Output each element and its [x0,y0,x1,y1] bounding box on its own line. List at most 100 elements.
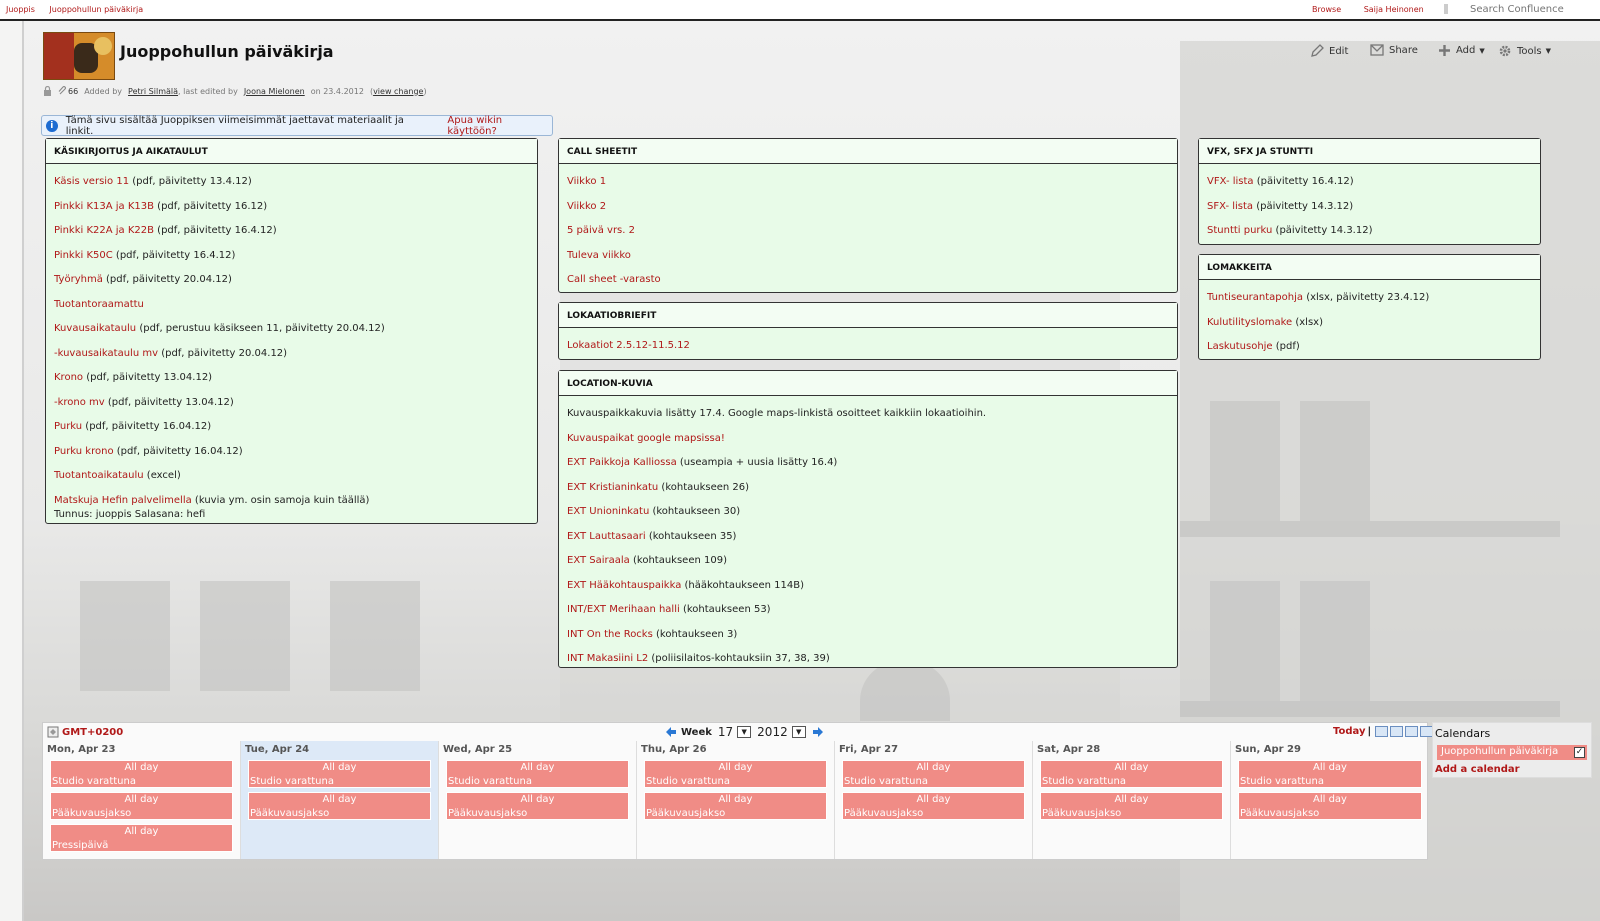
tools-button[interactable]: Tools ▼ [1498,44,1551,58]
calendar-event[interactable]: All day Studio varattuna [446,760,629,788]
lock-icon[interactable] [43,86,52,96]
event-name: Studio varattuna [1240,776,1324,787]
document-link[interactable]: Kuvausaikataulu [54,323,136,334]
day-column[interactable]: Wed, Apr 25 All day Studio varattuna All … [439,741,637,859]
location-link[interactable]: EXT Lauttasaari [567,531,646,542]
paperclip-icon[interactable] [58,86,68,96]
calendar-event[interactable]: All day Studio varattuna [842,760,1025,788]
calendar-event[interactable]: All day Pääkuvausjakso [248,792,431,820]
document-link[interactable]: Pinkki K22A ja K22B [54,225,154,236]
item-note: (xlsx) [1292,316,1323,328]
calendar-event[interactable]: All day Studio varattuna [1238,760,1422,788]
author-link[interactable]: Petri Silmälä [128,87,178,96]
today-link[interactable]: Today [1333,726,1365,737]
timezone-selector[interactable]: GMT+0200 [47,726,123,738]
document-link[interactable]: Pinkki K13A ja K13B [54,201,154,212]
document-link[interactable]: 5 päivä vrs. 2 [567,225,635,236]
list-item: EXT Unioninkatu (kohtaukseen 30) [567,500,1169,525]
panel-title: LOMAKKEITA [1199,255,1540,280]
attachment-count[interactable]: 66 [68,87,78,96]
location-link[interactable]: EXT Kristianinkatu [567,482,658,493]
document-link[interactable]: Pinkki K50C [54,250,113,261]
help-link[interactable]: Apua wikin käyttöön? [447,115,552,137]
document-link[interactable]: Laskutusohje [1207,341,1273,352]
day-column[interactable]: Thu, Apr 26 All day Studio varattuna All … [637,741,835,859]
week-dropdown-chevron-icon[interactable]: ▼ [737,726,752,738]
year-dropdown-chevron-icon[interactable]: ▼ [791,726,806,738]
add-button[interactable]: Add ▼ [1438,44,1485,57]
calendar-event[interactable]: All day Pääkuvausjakso [1238,792,1422,820]
editor-link[interactable]: Joona Mielonen [244,87,305,96]
left-sidebar-handle[interactable] [0,21,24,921]
calendar-event[interactable]: All day Pääkuvausjakso [842,792,1025,820]
calendar-list-item[interactable]: Juoppohullun päiväkirja ✓ [1437,745,1587,760]
document-link[interactable]: -kuvausaikataulu mv [54,348,158,359]
day-column[interactable]: Mon, Apr 23 All day Studio varattuna All … [43,741,241,859]
location-link[interactable]: Kuvauspaikat google mapsissa! [567,433,725,444]
document-link[interactable]: Stuntti purku [1207,225,1272,236]
document-link[interactable]: Käsis versio 11 [54,176,129,187]
panel-title: CALL SHEETIT [559,139,1177,164]
calendar-event[interactable]: All day Studio varattuna [248,760,431,788]
edit-button[interactable]: Edit [1310,44,1348,58]
week-view-icon[interactable] [1390,726,1404,737]
day-view-icon[interactable] [1375,726,1389,737]
document-link[interactable]: Tuleva viikko [567,250,631,261]
day-column[interactable]: Sat, Apr 28 All day Studio varattuna All … [1033,741,1231,859]
space-link[interactable]: Juoppis [6,5,35,14]
search-input[interactable] [1470,2,1596,17]
document-link[interactable]: Viikko 1 [567,176,606,187]
item-note: (pdf, päivitetty 16.12) [154,200,268,212]
document-link[interactable]: Purku [54,421,82,432]
add-calendar-link[interactable]: Add a calendar [1433,762,1591,777]
calendar-event[interactable]: All day Pääkuvausjakso [1040,792,1223,820]
location-link[interactable]: EXT Sairaala [567,555,630,566]
list-item: Tuleva viikko [567,244,1169,269]
calendar-event[interactable]: All day Pääkuvausjakso [644,792,827,820]
list-item: EXT Paikkoja Kalliossa (useampia + uusia… [567,451,1169,476]
location-link[interactable]: EXT Hääkohtauspaikka [567,580,681,591]
document-link[interactable]: Call sheet -varasto [567,274,661,285]
panel-list: VFX- lista (päivitetty 16.4.12) SFX- lis… [1199,164,1540,244]
location-link[interactable]: EXT Unioninkatu [567,506,649,517]
space-logo[interactable] [43,32,115,80]
document-link[interactable]: Lokaatiot 2.5.12-11.5.12 [567,340,690,351]
day-column-today[interactable]: Tue, Apr 24 All day Studio varattuna All … [241,741,439,859]
document-link[interactable]: VFX- lista [1207,176,1254,187]
document-link[interactable]: Kulutilityslomake [1207,317,1292,328]
calendar-event[interactable]: All day Pressipäivä [50,824,233,852]
document-link[interactable]: Krono [54,372,83,383]
location-link[interactable]: INT On the Rocks [567,629,653,640]
item-note: (pdf, päivitetty 16.04.12) [82,421,212,432]
prev-week-arrow-icon[interactable] [665,727,677,737]
month-view-icon[interactable] [1405,726,1419,737]
day-column[interactable]: Sun, Apr 29 All day Studio varattuna All … [1231,741,1429,859]
view-change-link[interactable]: view change [373,87,423,96]
calendar-visibility-checkbox[interactable]: ✓ [1574,747,1585,758]
document-link[interactable]: Matskuja Hefin palvelimella [54,495,192,506]
calendar-event[interactable]: All day Studio varattuna [644,760,827,788]
document-link[interactable]: Tuntiseurantapohja [1207,292,1303,303]
document-link[interactable]: -krono mv [54,397,105,408]
location-link[interactable]: INT Makasiini L2 [567,653,648,664]
location-link[interactable]: EXT Paikkoja Kalliossa [567,457,677,468]
share-button[interactable]: Share [1370,44,1418,56]
document-link[interactable]: Tuotantoraamattu [54,299,144,310]
calendar-event[interactable]: All day Pääkuvausjakso [50,792,233,820]
document-link[interactable]: SFX- lista [1207,201,1253,212]
document-link[interactable]: Viikko 2 [567,201,606,212]
location-link[interactable]: INT/EXT Merihaan halli [567,604,680,615]
document-link[interactable]: Työryhmä [54,274,103,285]
info-icon: i [46,119,58,132]
next-week-arrow-icon[interactable] [812,727,824,737]
item-note: (pdf) [1272,341,1300,352]
calendar-event[interactable]: All day Studio varattuna [50,760,233,788]
calendar-event[interactable]: All day Studio varattuna [1040,760,1223,788]
day-column[interactable]: Fri, Apr 27 All day Studio varattuna All … [835,741,1033,859]
breadcrumb-page-link[interactable]: Juoppohullun päiväkirja [49,5,143,14]
document-link[interactable]: Tuotantoaikataulu [54,470,144,481]
calendar-event[interactable]: All day Pääkuvausjakso [446,792,629,820]
browse-link[interactable]: Browse [1312,5,1341,14]
document-link[interactable]: Purku krono [54,446,114,457]
user-menu-link[interactable]: Saija Heinonen [1364,5,1424,14]
